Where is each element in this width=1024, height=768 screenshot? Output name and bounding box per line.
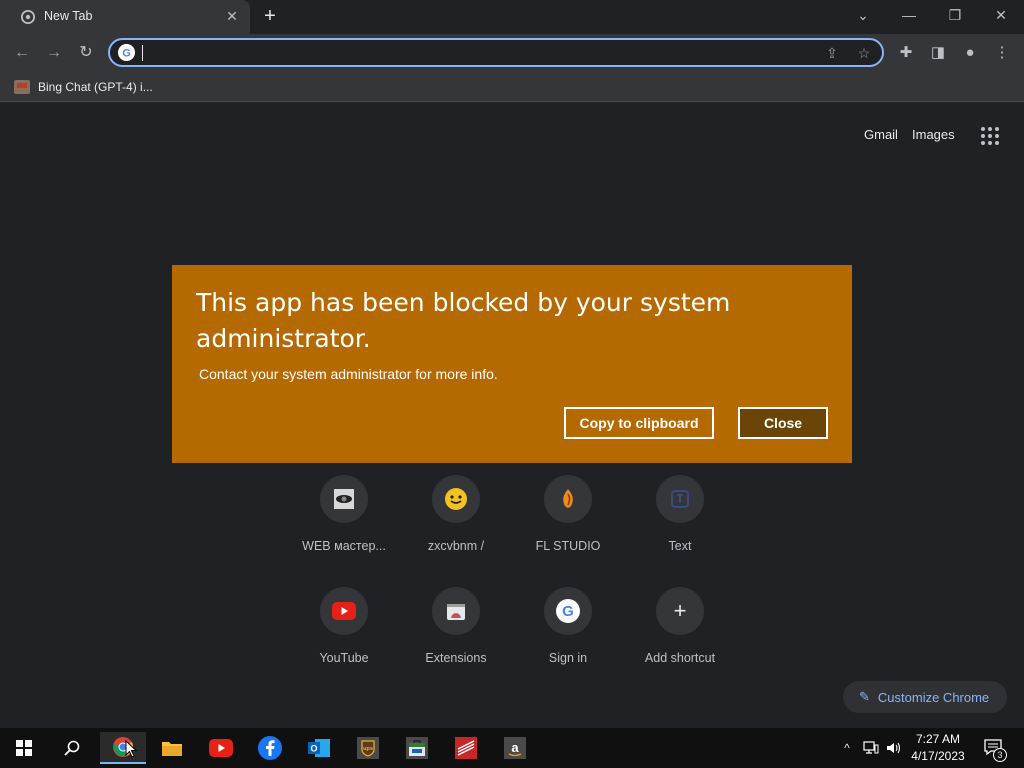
- profile-icon[interactable]: ●: [958, 41, 982, 65]
- bank-icon[interactable]: [446, 732, 486, 764]
- shortcut-tile[interactable]: Text: [624, 475, 736, 575]
- svg-text:a: a: [511, 740, 519, 755]
- shortcut-tile[interactable]: YouTube: [288, 587, 400, 687]
- app-blocked-dialog: This app has been blocked by your system…: [172, 265, 852, 463]
- shortcut-label: Text: [668, 539, 692, 553]
- chrome-icon: [21, 10, 35, 24]
- fl-studio-icon: [544, 475, 592, 523]
- clock-date: 4/17/2023: [911, 749, 965, 763]
- shortcut-label: YouTube: [319, 651, 369, 665]
- tab-close-icon[interactable]: ✕: [224, 8, 240, 24]
- tab-title: New Tab: [44, 9, 93, 23]
- taskbar: O ups a ^ 7:27 AM 4/17/2023 3: [0, 728, 1024, 768]
- youtube-taskbar-icon[interactable]: [201, 732, 241, 764]
- google-g-icon: G: [544, 587, 592, 635]
- smiley-icon: [432, 475, 480, 523]
- copy-to-clipboard-button[interactable]: Copy to clipboard: [564, 407, 714, 439]
- customize-chrome-label: Customize Chrome: [877, 689, 990, 705]
- tab-strip: New Tab ✕ + ⌄ — ❐ ✕: [0, 0, 1024, 34]
- minimize-button[interactable]: —: [886, 0, 932, 30]
- bookmark-favicon-icon: [14, 80, 30, 94]
- youtube-icon: [320, 587, 368, 635]
- bookmark-label: Bing Chat (GPT-4) i...: [38, 80, 153, 94]
- share-icon[interactable]: ⇪: [822, 43, 842, 63]
- shortcut-label: FL STUDIO: [535, 539, 601, 553]
- toolbar: ← → ↻ G ⇪ ☆ ✚ ◨ ● ⋮: [0, 34, 1024, 72]
- customize-chrome-button[interactable]: ✎ Customize Chrome: [843, 681, 1007, 713]
- shortcut-label: WEB мастер...: [302, 539, 386, 553]
- gmail-link[interactable]: Gmail: [864, 127, 898, 142]
- pencil-icon: ✎: [859, 689, 870, 704]
- menu-icon[interactable]: ⋮: [990, 41, 1014, 65]
- screen: New Tab ✕ + ⌄ — ❐ ✕ ← → ↻ G ⇪ ☆ ✚ ◨ ● ⋮: [0, 0, 1024, 768]
- dialog-message: Contact your system administrator for mo…: [199, 366, 498, 382]
- bookmarks-bar: Bing Chat (GPT-4) i...: [0, 72, 1024, 102]
- new-tab-button[interactable]: +: [260, 6, 280, 26]
- google-icon: G: [118, 44, 135, 61]
- forward-icon[interactable]: →: [42, 41, 66, 65]
- plus-icon: +: [656, 587, 704, 635]
- store-bag-icon[interactable]: [397, 732, 437, 764]
- mouse-cursor-icon: [125, 740, 137, 758]
- ups-icon[interactable]: ups: [348, 732, 388, 764]
- shortcut-tile[interactable]: FL STUDIO: [512, 475, 624, 575]
- close-window-button[interactable]: ✕: [978, 0, 1024, 30]
- shortcut-label: Sign in: [548, 651, 588, 665]
- shortcut-label: zxcvbnm /: [427, 539, 485, 553]
- reload-icon[interactable]: ↻: [74, 41, 98, 65]
- chrome-taskbar-icon[interactable]: [100, 732, 146, 764]
- svg-text:G: G: [122, 48, 131, 60]
- google-apps-icon[interactable]: [981, 127, 999, 145]
- add-shortcut-tile[interactable]: + Add shortcut: [624, 587, 736, 687]
- svg-text:O: O: [310, 744, 317, 754]
- shortcut-tile[interactable]: Extensions: [400, 587, 512, 687]
- amazon-icon[interactable]: a: [495, 732, 535, 764]
- shortcut-tile[interactable]: WEB мастер...: [288, 475, 400, 575]
- show-hidden-icons-chevron[interactable]: ^: [838, 728, 856, 768]
- address-input[interactable]: [146, 43, 786, 63]
- network-icon[interactable]: [860, 728, 882, 768]
- file-explorer-icon[interactable]: [152, 732, 192, 764]
- svg-text:G: G: [562, 603, 574, 620]
- dialog-heading: This app has been blocked by your system…: [196, 288, 731, 353]
- system-clock[interactable]: 7:27 AM 4/17/2023: [906, 731, 970, 765]
- bookmark-bing-chat[interactable]: Bing Chat (GPT-4) i...: [14, 77, 153, 97]
- tab-search-icon[interactable]: ⌄: [840, 0, 886, 30]
- shortcut-tile[interactable]: zxcvbnm /: [400, 475, 512, 575]
- back-icon[interactable]: ←: [10, 41, 34, 65]
- bookmark-star-icon[interactable]: ☆: [854, 43, 874, 63]
- extensions-icon[interactable]: ✚: [894, 41, 918, 65]
- shortcut-label: Add shortcut: [644, 651, 716, 665]
- close-dialog-button[interactable]: Close: [738, 407, 828, 439]
- extensions-store-icon: [432, 587, 480, 635]
- notification-center-icon[interactable]: 3: [980, 728, 1008, 768]
- shortcut-tile[interactable]: G Sign in: [512, 587, 624, 687]
- search-icon[interactable]: [52, 732, 92, 764]
- text-caret: [142, 45, 143, 61]
- restore-button[interactable]: ❐: [932, 0, 978, 30]
- svg-text:ups: ups: [363, 746, 373, 752]
- volume-icon[interactable]: [884, 728, 904, 768]
- text-app-icon: [656, 475, 704, 523]
- images-link[interactable]: Images: [912, 127, 955, 142]
- outlook-icon[interactable]: O: [299, 732, 339, 764]
- tab-new-tab[interactable]: New Tab ✕: [0, 0, 250, 34]
- shortcut-label: Extensions: [425, 651, 487, 665]
- notification-count-badge: 3: [993, 748, 1007, 762]
- clock-time: 7:27 AM: [915, 732, 961, 746]
- address-bar[interactable]: G ⇪ ☆: [108, 38, 884, 67]
- eye-icon: [320, 475, 368, 523]
- side-panel-icon[interactable]: ◨: [926, 41, 950, 65]
- facebook-icon[interactable]: [250, 732, 290, 764]
- windows-start-icon[interactable]: [4, 732, 44, 764]
